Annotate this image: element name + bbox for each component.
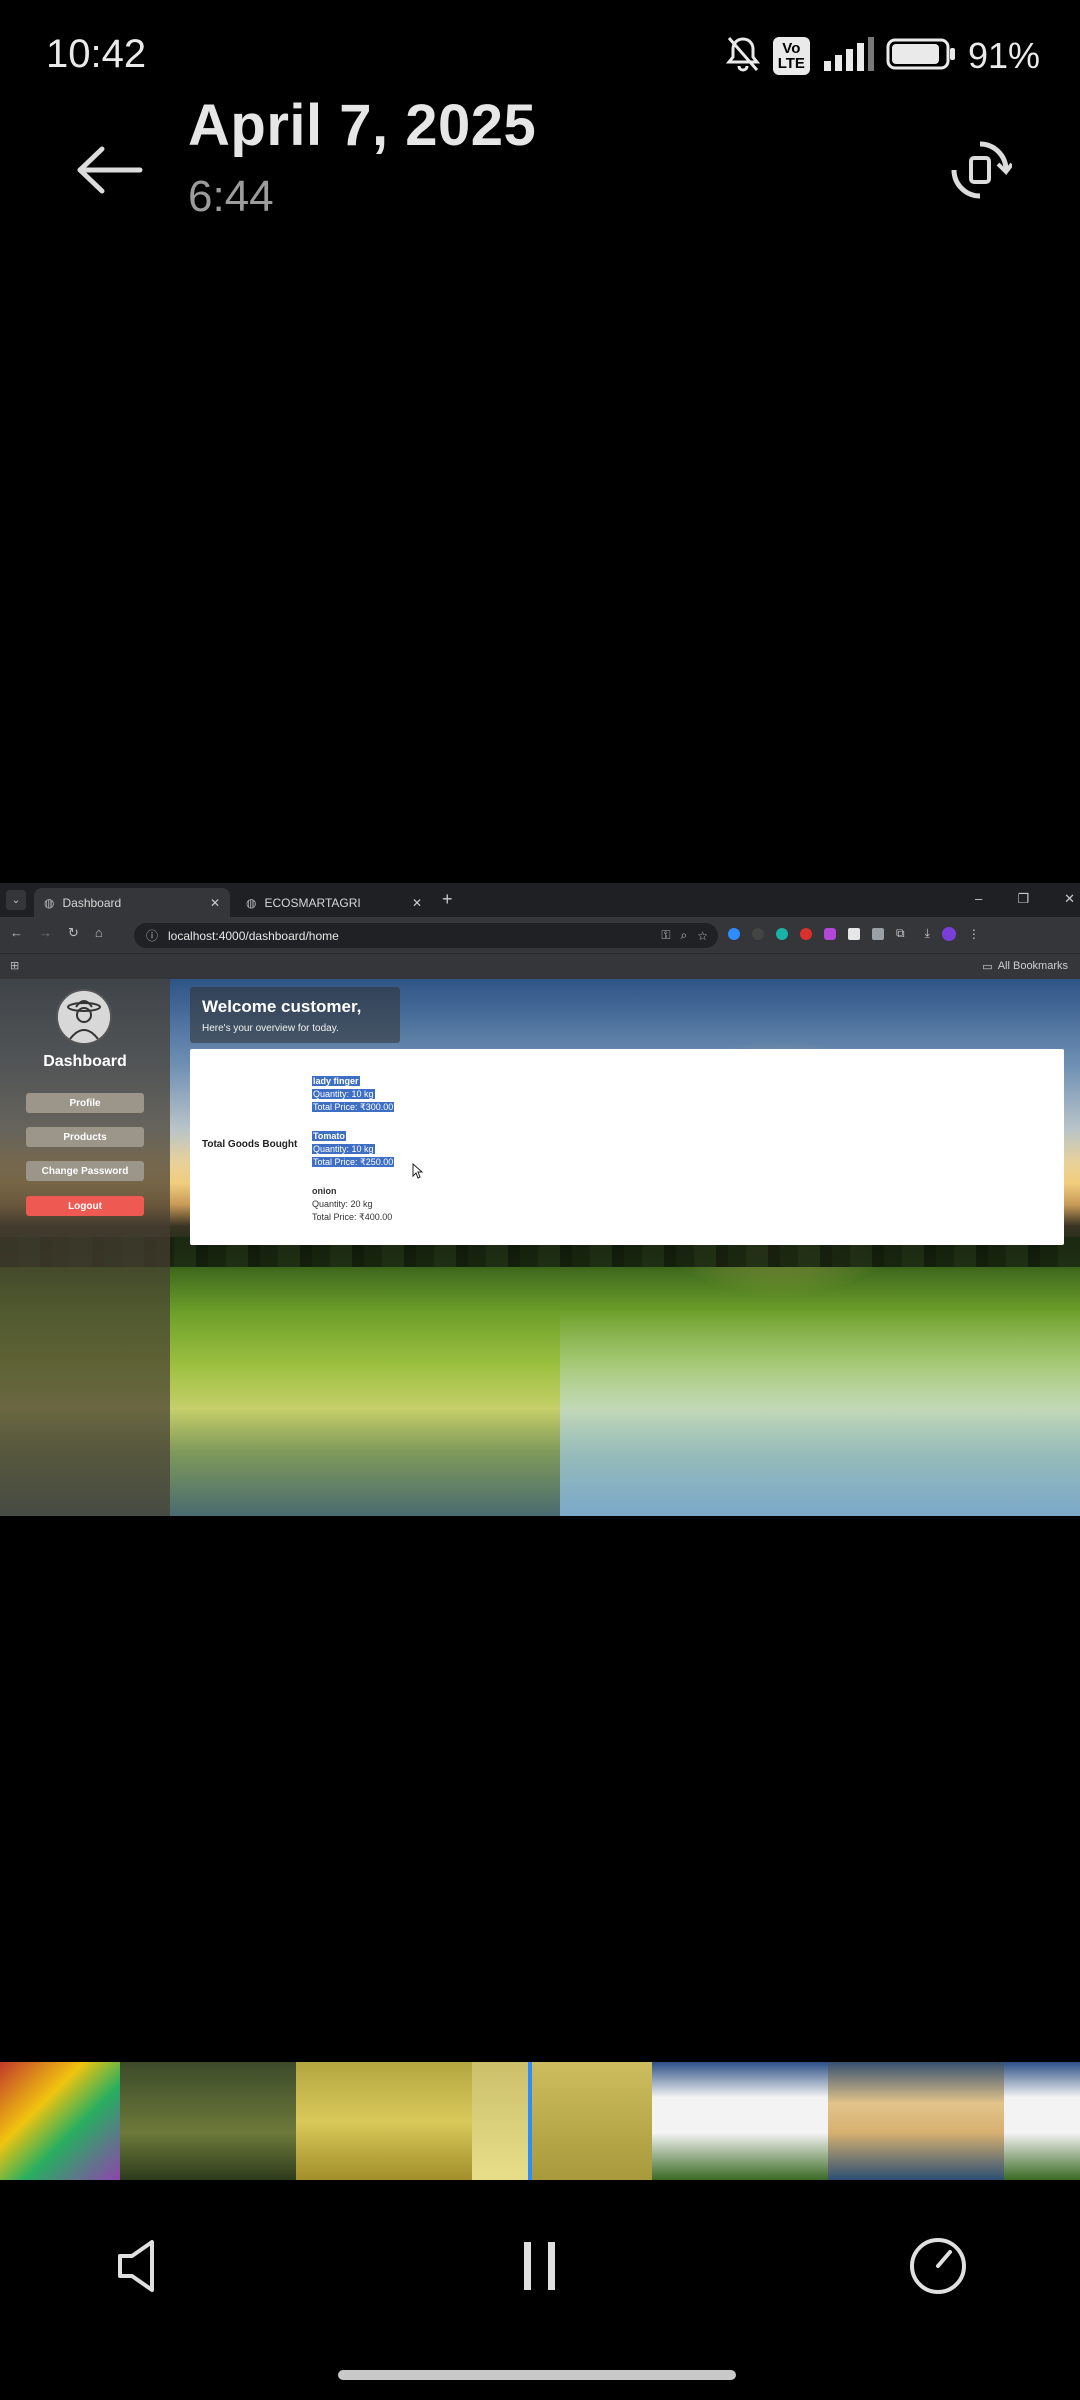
folder-icon: ▭: [982, 961, 993, 973]
logout-button[interactable]: Logout: [26, 1196, 144, 1216]
tab-ecosmartagri[interactable]: ◍ ECOSMARTAGRI ✕: [236, 888, 432, 917]
globe-icon: ◍: [44, 895, 55, 910]
tab-label: ECOSMARTAGRI: [264, 895, 361, 910]
bookmarks-bar: ⊞ ▭ All Bookmarks: [0, 953, 1080, 980]
volume-icon: [118, 2240, 154, 2292]
welcome-banner: Welcome customer, Here's your overview f…: [190, 987, 400, 1043]
video-frame[interactable]: ⌄ ◍ Dashboard ✕ ◍ ECOSMARTAGRI ✕ + – ❐ ✕…: [0, 883, 1080, 1516]
url-text: localhost:4000/dashboard/home: [168, 928, 339, 943]
goods-card: Total Goods Bought lady finger Quantity:…: [190, 1049, 1064, 1245]
close-window-button[interactable]: ✕: [1064, 891, 1075, 907]
goods-item: Tomato Quantity: 10 kg Total Price: ₹250…: [312, 1130, 395, 1169]
timeline-thumbnail: [532, 2062, 652, 2180]
zoom-icon[interactable]: ⌕: [681, 928, 688, 943]
timeline-thumbnail: [652, 2062, 828, 2180]
goods-quantity: Quantity: 20 kg: [312, 1199, 373, 1209]
farmer-avatar: [56, 989, 112, 1045]
speed-icon: [910, 2238, 966, 2294]
extension-icon[interactable]: [824, 927, 836, 940]
tab-close-icon[interactable]: ✕: [210, 896, 220, 910]
globe-icon: ◍: [246, 895, 257, 910]
home-icon[interactable]: ⌂: [95, 925, 103, 941]
battery-icon: [886, 38, 956, 75]
products-button[interactable]: Products: [26, 1127, 144, 1147]
recording-date: April 7, 2025: [188, 93, 537, 158]
sidebar-title: Dashboard: [43, 1053, 127, 1070]
timeline-thumbnail: [120, 2062, 296, 2180]
timeline-thumbnail: [828, 2062, 1004, 2180]
dashboard-page: Dashboard Profile Products Change Passwo…: [0, 979, 1080, 1516]
sidebar: Dashboard Profile Products Change Passwo…: [0, 979, 170, 1516]
volume-button[interactable]: [94, 2218, 190, 2314]
extension-icon[interactable]: [776, 927, 788, 940]
timeline-thumbnail: [1004, 2062, 1080, 2180]
address-bar[interactable]: ⓘ localhost:4000/dashboard/home ⚿ ⌕ ☆: [134, 923, 718, 948]
pause-icon: [524, 2242, 555, 2290]
minimize-button[interactable]: –: [975, 891, 982, 907]
menu-icon[interactable]: ⋮: [968, 927, 980, 941]
water-reflection: [560, 1309, 1080, 1516]
tab-dashboard[interactable]: ◍ Dashboard ✕: [34, 888, 230, 917]
profile-button[interactable]: Profile: [26, 1093, 144, 1113]
restore-button[interactable]: ❐: [1017, 891, 1029, 907]
info-icon: ⓘ: [146, 929, 159, 943]
goods-quantity: Quantity: 10 kg: [312, 1089, 375, 1099]
status-icons: Vo LTE 91%: [725, 34, 1040, 78]
goods-price: Total Price: ₹250.00: [312, 1157, 395, 1167]
total-goods-label: Total Goods Bought: [202, 1139, 298, 1150]
new-tab-button[interactable]: +: [442, 889, 453, 910]
all-bookmarks[interactable]: ▭ All Bookmarks: [982, 960, 1068, 973]
battery-percent: 91%: [967, 35, 1040, 76]
tab-label: Dashboard: [62, 895, 122, 910]
password-key-icon[interactable]: ⚿: [661, 928, 670, 943]
download-icon[interactable]: ⤓: [925, 926, 930, 941]
bookmark-star-icon[interactable]: ☆: [697, 929, 708, 943]
change-password-button[interactable]: Change Password: [26, 1161, 144, 1181]
goods-name: onion: [312, 1186, 337, 1196]
video-timeline[interactable]: [0, 2062, 1080, 2180]
goods-item: lady finger Quantity: 10 kg Total Price:…: [312, 1075, 395, 1114]
extensions-area: ⧉ ⤓ ⋮: [728, 926, 980, 941]
volte-badge: Vo LTE: [772, 37, 810, 75]
bell-off-icon: [725, 35, 761, 78]
mouse-cursor-icon: [412, 1163, 424, 1179]
extension-icon[interactable]: [728, 927, 740, 940]
rotate-screen-icon: [951, 141, 1012, 199]
goods-price: Total Price: ₹300.00: [312, 1102, 395, 1112]
home-indicator[interactable]: [338, 2370, 736, 2380]
playback-speed-button[interactable]: [890, 2218, 986, 2314]
welcome-title: Welcome customer,: [202, 997, 362, 1016]
window-controls: – ❐ ✕: [975, 891, 1075, 907]
back-arrow-icon: [77, 146, 143, 194]
timeline-thumbnail: [296, 2062, 472, 2180]
timeline-thumbnail: [472, 2062, 528, 2180]
reload-icon[interactable]: ↻: [68, 925, 79, 941]
nav-forward-icon[interactable]: →: [39, 925, 52, 941]
tab-close-icon[interactable]: ✕: [412, 896, 422, 910]
signal-icon: [822, 36, 874, 76]
nav-back-icon[interactable]: ←: [10, 925, 23, 941]
goods-quantity: Quantity: 10 kg: [312, 1144, 375, 1154]
puzzle-icon[interactable]: ⧉: [896, 926, 905, 941]
extension-icon[interactable]: [752, 927, 764, 940]
tab-search-button[interactable]: ⌄: [6, 890, 26, 910]
goods-price: Total Price: ₹400.00: [312, 1212, 393, 1222]
apps-grid-icon[interactable]: ⊞: [10, 959, 19, 972]
extension-icon[interactable]: [848, 927, 860, 940]
extension-icon[interactable]: [872, 927, 884, 940]
goods-name: lady finger: [312, 1076, 360, 1086]
back-button[interactable]: [70, 130, 150, 210]
profile-avatar[interactable]: [941, 926, 956, 941]
status-time: 10:42: [46, 32, 147, 76]
rotate-button[interactable]: [940, 130, 1020, 210]
timeline-thumbnail: [0, 2062, 120, 2180]
welcome-subtitle: Here's your overview for today.: [202, 1023, 339, 1034]
extension-icon[interactable]: [800, 927, 812, 940]
goods-item: onion Quantity: 20 kg Total Price: ₹400.…: [312, 1185, 392, 1224]
pause-button[interactable]: [492, 2218, 588, 2314]
goods-name: Tomato: [312, 1131, 346, 1141]
recording-duration: 6:44: [188, 172, 274, 221]
browser-tabstrip: ⌄ ◍ Dashboard ✕ ◍ ECOSMARTAGRI ✕ + – ❐ ✕: [0, 883, 1080, 917]
